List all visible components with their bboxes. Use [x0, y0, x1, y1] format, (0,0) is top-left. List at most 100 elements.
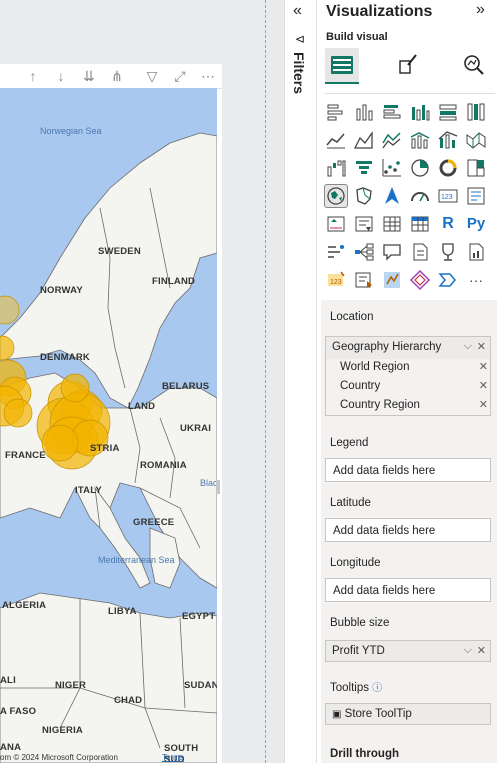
filled-map-icon[interactable] — [353, 185, 375, 207]
more-visuals-icon[interactable]: ··· — [465, 269, 487, 291]
bubble[interactable] — [41, 424, 79, 462]
map-terms-link[interactable]: Terms — [162, 753, 184, 762]
country-label: NORWAY — [40, 285, 83, 296]
ribbon-chart-icon[interactable] — [465, 129, 487, 151]
r-script-visual-icon[interactable]: R — [437, 213, 459, 235]
100-stacked-bar-chart-icon[interactable] — [437, 101, 459, 123]
remove-level-icon[interactable]: ✕ — [479, 396, 488, 415]
remove-field-icon[interactable]: ✕ — [477, 641, 486, 661]
stacked-bar-chart-icon[interactable] — [325, 101, 347, 123]
pie-chart-icon[interactable] — [409, 157, 431, 179]
visualizations-pane: Visualizations » Build visual 123 R Py 1… — [316, 0, 501, 763]
donut-chart-icon[interactable] — [437, 157, 459, 179]
smart-narrative-icon[interactable] — [409, 241, 431, 263]
expand-hierarchy-icon[interactable]: ⋔ — [108, 67, 126, 85]
decomposition-tree-icon[interactable] — [353, 241, 375, 263]
country-label: BELARUS — [162, 381, 210, 392]
longitude-well[interactable]: Add data fields here — [325, 578, 491, 602]
bubble-size-label: Bubble size — [330, 617, 390, 629]
python-visual-icon[interactable]: Py — [465, 213, 487, 235]
remove-field-icon[interactable]: ✕ — [477, 337, 486, 357]
power-automate-icon[interactable] — [353, 269, 375, 291]
card-icon[interactable]: 123 — [437, 185, 459, 207]
country-label: ANA — [0, 742, 22, 753]
geography-hierarchy-field[interactable]: Geography Hierarchy ⌵ ✕ — [326, 337, 490, 359]
pane-title: Visualizations — [326, 3, 433, 20]
drill-through-label: Drill through — [330, 748, 399, 760]
bubble[interactable] — [60, 373, 90, 403]
clustered-bar-chart-icon[interactable] — [381, 101, 403, 123]
kpi-icon[interactable] — [325, 213, 347, 235]
country-label: ALI — [0, 675, 16, 686]
power-apps-icon[interactable]: 123 — [325, 269, 347, 291]
country-label: STRIA — [90, 443, 120, 454]
clustered-column-chart-icon[interactable] — [409, 101, 431, 123]
analytics-tab[interactable] — [457, 48, 491, 82]
remove-level-icon[interactable]: ✕ — [479, 377, 488, 396]
funnel-chart-icon[interactable] — [353, 157, 375, 179]
azure-map-icon[interactable] — [381, 185, 403, 207]
gauge-icon[interactable] — [409, 185, 431, 207]
country-label: UKRAI — [180, 423, 212, 434]
country-label: NIGER — [55, 680, 87, 691]
drill-down-icon[interactable]: ↓ — [52, 67, 70, 85]
focus-mode-icon[interactable]: ⤢ — [171, 67, 189, 85]
multi-row-card-icon[interactable] — [465, 185, 487, 207]
treemap-icon[interactable] — [465, 157, 487, 179]
country-label: EGYPT — [182, 611, 216, 622]
goals-icon[interactable] — [437, 241, 459, 263]
area-chart-icon[interactable] — [353, 129, 375, 151]
build-visual-tab[interactable] — [325, 48, 359, 84]
filters-pane[interactable]: « ⊲ Filters — [284, 0, 317, 763]
hierarchy-level-world-region[interactable]: World Region ✕ — [326, 358, 492, 377]
viz-tabs — [325, 48, 495, 84]
line-clustered-column-icon[interactable] — [437, 129, 459, 151]
power-automate-chevron-icon[interactable] — [437, 269, 459, 291]
format-visual-tab[interactable] — [391, 48, 425, 82]
filter-icon[interactable]: ▽ — [143, 67, 161, 85]
canvas-divider — [265, 0, 267, 763]
map-visual[interactable]: ↑ ↓ ⇊ ⋔ ▽ ⤢ ⋯ Norwegian Sea SWEDEN FINLA… — [0, 64, 222, 763]
tooltips-field[interactable]: ▣ Store ToolTip — [325, 703, 491, 725]
paginated-report-icon[interactable] — [465, 241, 487, 263]
location-well[interactable]: Geography Hierarchy ⌵ ✕ World Region ✕ C… — [325, 336, 491, 416]
scatter-chart-icon[interactable] — [381, 157, 403, 179]
country-label: LAND — [128, 401, 156, 412]
chevron-down-icon[interactable]: ⌵ — [464, 336, 472, 356]
drill-up-icon[interactable]: ↑ — [24, 67, 42, 85]
bubble[interactable] — [3, 398, 33, 428]
legend-well[interactable]: Add data fields here — [325, 458, 491, 482]
waterfall-chart-icon[interactable] — [325, 157, 347, 179]
line-stacked-column-icon[interactable] — [409, 129, 431, 151]
info-icon[interactable]: ⓘ — [372, 683, 382, 694]
latitude-well[interactable]: Add data fields here — [325, 518, 491, 542]
field-name: Geography Hierarchy — [332, 341, 442, 353]
tooltips-label-text: Tooltips — [330, 682, 369, 694]
more-options-icon[interactable]: ⋯ — [199, 67, 217, 85]
resize-handle[interactable] — [216, 480, 220, 494]
line-chart-icon[interactable] — [325, 129, 347, 151]
country-label: NIGERIA — [42, 725, 83, 736]
filters-label[interactable]: Filters — [291, 52, 307, 94]
stacked-area-chart-icon[interactable] — [381, 129, 403, 151]
slicer-icon[interactable] — [353, 213, 375, 235]
collapse-filters-icon[interactable]: « — [293, 2, 302, 20]
key-influencers-icon[interactable] — [325, 241, 347, 263]
hierarchy-level-country[interactable]: Country ✕ — [326, 377, 492, 396]
qa-visual-icon[interactable] — [381, 241, 403, 263]
azure-ml-icon[interactable] — [381, 269, 403, 291]
table-icon[interactable] — [381, 213, 403, 235]
stacked-column-chart-icon[interactable] — [353, 101, 375, 123]
bubble-size-field[interactable]: Profit YTD ⌵ ✕ — [325, 640, 491, 662]
expand-pane-icon[interactable]: » — [476, 1, 485, 19]
map-area[interactable]: Norwegian Sea SWEDEN FINLAND NORWAY DENM… — [0, 88, 217, 763]
remove-level-icon[interactable]: ✕ — [479, 358, 488, 377]
100-stacked-column-chart-icon[interactable] — [465, 101, 487, 123]
chevron-down-icon[interactable]: ⌵ — [464, 640, 472, 660]
matrix-icon[interactable] — [409, 213, 431, 235]
power-apps-diamond-icon[interactable] — [409, 269, 431, 291]
expand-next-level-icon[interactable]: ⇊ — [80, 67, 98, 85]
country-label: FRANCE — [5, 450, 46, 461]
hierarchy-level-country-region[interactable]: Country Region ✕ — [326, 396, 492, 415]
map-visual-icon[interactable] — [324, 184, 348, 208]
